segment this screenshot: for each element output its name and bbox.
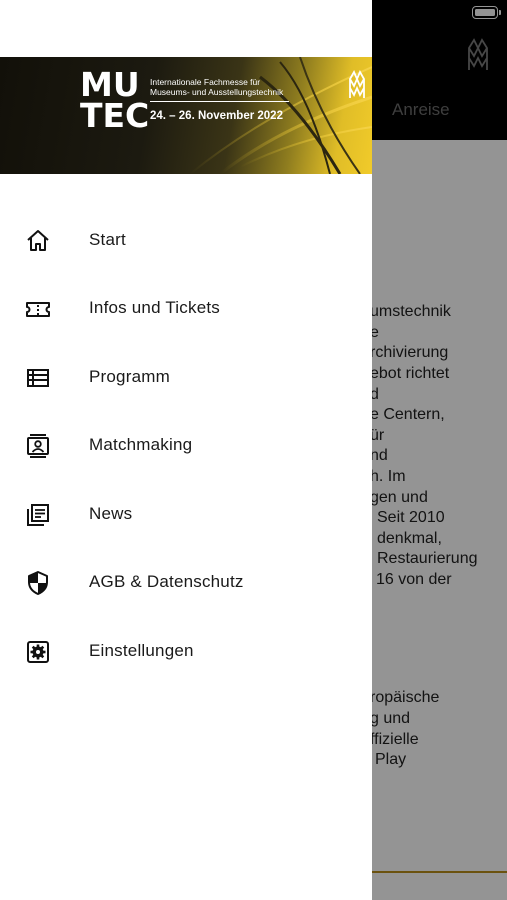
menu-item-einstellungen[interactable]: Einstellungen <box>0 622 372 682</box>
menu-item-matchmaking[interactable]: Matchmaking <box>0 416 372 476</box>
menu-label: Einstellungen <box>89 641 194 660</box>
menu-label: AGB & Datenschutz <box>89 572 244 591</box>
menu-label: News <box>89 504 133 523</box>
menu-item-agb-datenschutz[interactable]: AGB & Datenschutz <box>0 553 372 613</box>
tagline-line-1: Internationale Fachmesse für <box>150 77 261 87</box>
tagline-divider <box>150 101 289 102</box>
shield-icon <box>28 571 48 595</box>
home-icon <box>27 230 49 251</box>
banner-tagline: Internationale Fachmesse für Museums- un… <box>150 77 283 97</box>
event-dates: 24. – 26. November 2022 <box>150 110 283 122</box>
menu-label: Infos und Tickets <box>89 298 220 317</box>
settings-icon <box>27 641 49 663</box>
menu-item-news[interactable]: News <box>0 485 372 545</box>
menu-item-start[interactable]: Start <box>0 211 372 271</box>
ticket-icon <box>26 302 50 317</box>
fair-logo-icon <box>349 70 365 98</box>
mutec-logo-bottom: TEC <box>80 96 150 135</box>
news-icon <box>27 504 49 526</box>
menu-label: Matchmaking <box>89 435 193 454</box>
navigation-drawer: MU TEC Internationale Fachmesse für Muse… <box>0 0 372 900</box>
menu-item-infos-und-tickets[interactable]: Infos und Tickets <box>0 279 372 339</box>
menu-label: Programm <box>89 367 170 386</box>
contact-card-icon <box>27 434 49 458</box>
list-icon <box>27 369 49 387</box>
tagline-line-2: Museums- und Ausstellungstechnik <box>150 87 284 97</box>
menu-item-programm[interactable]: Programm <box>0 348 372 408</box>
menu-label: Start <box>89 230 126 249</box>
